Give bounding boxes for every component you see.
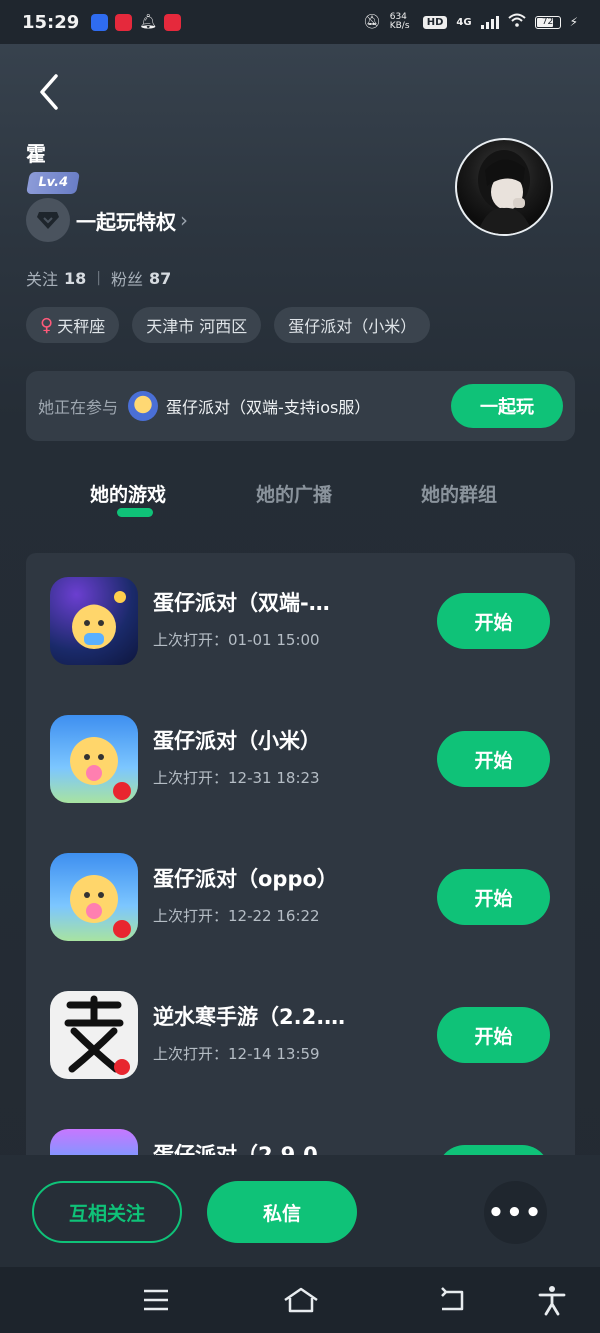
game-title: 蛋仔派对（oppo） — [153, 867, 338, 891]
mute-icon: 🔕︎ — [362, 14, 381, 30]
chevron-right-icon: › — [180, 208, 188, 232]
accessibility-icon[interactable] — [536, 1284, 568, 1316]
stats-divider: | — [96, 270, 101, 286]
tab-label: 她的群组 — [421, 484, 498, 506]
level-badge: Lv.4 — [26, 172, 80, 194]
tab-broadcasts[interactable]: 她的广播 — [256, 480, 332, 507]
charging-icon: ⚡︎ — [569, 15, 578, 29]
privilege-link[interactable]: 一起玩特权 › — [26, 198, 188, 242]
back-button[interactable] — [30, 70, 70, 114]
game-last-opened: 上次打开：12-14 13:59 — [153, 1045, 320, 1063]
tab-games[interactable]: 她的游戏 — [90, 480, 166, 507]
back-nav-icon[interactable] — [436, 1284, 468, 1316]
tab-groups[interactable]: 她的群组 — [421, 480, 497, 507]
avatar[interactable] — [455, 138, 553, 236]
profile-screen: 15:29 🔔︎ 🔕︎ 634 KB/s HD 4G 72 ⚡︎ 霍 Lv.4 … — [0, 0, 600, 1333]
bell-icon: 🔔︎ — [139, 14, 158, 30]
tag-location: 天津市 河西区 — [132, 307, 262, 343]
female-icon: ♀ — [40, 314, 54, 336]
tag-label: 天秤座 — [57, 317, 106, 336]
app-notification-icon — [91, 13, 109, 31]
battery-level: 72 — [541, 16, 554, 27]
profile-tags: ♀ 天秤座 天津市 河西区 蛋仔派对（小米） — [26, 307, 431, 343]
private-message-button[interactable]: 私信 — [207, 1181, 357, 1243]
chevron-left-icon — [40, 74, 58, 110]
list-item[interactable]: 蛋仔派对（小米） 上次打开：12-31 18:23 开始 — [26, 715, 575, 805]
tab-label: 她的游戏 — [90, 484, 167, 506]
play-together-button[interactable]: 一起玩 — [451, 384, 563, 428]
home-icon[interactable] — [282, 1284, 320, 1316]
game-title: 逆水寒手游（2.2.… — [153, 1005, 346, 1029]
game-thumbnail-icon — [128, 391, 159, 421]
currently-playing-card[interactable]: 她正在参与 蛋仔派对（双端-支持ios服） 一起玩 — [26, 371, 575, 441]
game-last-opened: 上次打开：12-31 18:23 — [153, 769, 320, 787]
tag-label: 蛋仔派对（小米） — [288, 317, 417, 336]
start-button[interactable]: 开始 — [437, 869, 550, 925]
diamond-icon — [26, 198, 70, 242]
start-button[interactable]: 开始 — [437, 593, 550, 649]
tag-label: 天津市 河西区 — [146, 317, 248, 336]
playing-game-name: 蛋仔派对（双端-支持ios服） — [166, 398, 371, 417]
game-last-opened: 上次打开：12-22 16:22 — [153, 907, 320, 925]
start-button[interactable]: 开始 — [437, 1007, 550, 1063]
tab-label: 她的广播 — [256, 484, 333, 506]
battery-icon: 72 — [534, 15, 561, 29]
tag-game[interactable]: 蛋仔派对（小米） — [274, 307, 431, 343]
privilege-label: 一起玩特权 — [76, 209, 176, 234]
follow-stats: 关注 18 | 粉丝 87 — [26, 266, 171, 290]
more-dots-icon: ••• — [487, 1197, 544, 1228]
eggy-party-icon — [50, 715, 138, 803]
list-item[interactable]: 蛋仔派对（oppo） 上次打开：12-22 16:22 开始 — [26, 853, 575, 943]
follow-label: 关注 — [26, 270, 59, 289]
justice-mobile-icon — [50, 991, 138, 1079]
start-button[interactable]: 开始 — [437, 731, 550, 787]
username: 霍 — [26, 142, 46, 166]
app-notification-icon — [164, 13, 182, 31]
signal-icon — [480, 15, 499, 29]
fans-count[interactable]: 87 — [149, 269, 171, 288]
tag-zodiac: ♀ 天秤座 — [26, 307, 120, 343]
status-indicators: 🔕︎ 634 KB/s HD 4G 72 ⚡︎ — [363, 13, 578, 31]
status-bar: 15:29 🔔︎ 🔕︎ 634 KB/s HD 4G 72 ⚡︎ — [0, 0, 600, 44]
list-item[interactable]: 逆水寒手游（2.2.… 上次打开：12-14 13:59 开始 — [26, 991, 575, 1081]
eggy-party-icon — [50, 577, 138, 665]
follow-count[interactable]: 18 — [64, 269, 86, 288]
hd-badge: HD — [422, 15, 448, 29]
status-time: 15:29 — [22, 11, 80, 33]
profile-tabs: 她的游戏 她的广播 她的群组 — [0, 480, 600, 524]
system-nav-bar — [0, 1267, 600, 1333]
game-title: 蛋仔派对（小米） — [153, 729, 321, 753]
bottom-action-bar: 互相关注 私信 ••• — [0, 1155, 600, 1267]
mutual-follow-button[interactable]: 互相关注 — [32, 1181, 182, 1243]
fans-label: 粉丝 — [111, 270, 144, 289]
menu-icon[interactable] — [140, 1284, 172, 1316]
network-label: 4G — [456, 16, 472, 28]
games-list: 蛋仔派对（双端-… 上次打开：01-01 15:00 开始 蛋仔派对（小米） 上… — [26, 553, 575, 1217]
game-title: 蛋仔派对（双端-… — [153, 591, 330, 615]
playing-prefix: 她正在参与 — [38, 398, 119, 417]
game-last-opened: 上次打开：01-01 15:00 — [153, 631, 320, 649]
list-item[interactable]: 蛋仔派对（双端-… 上次打开：01-01 15:00 开始 — [26, 577, 575, 667]
app-notification-icon — [115, 13, 133, 31]
more-options-button[interactable]: ••• — [484, 1181, 547, 1244]
wifi-icon — [507, 13, 526, 31]
eggy-party-icon — [50, 853, 138, 941]
net-speed: 634 KB/s — [389, 12, 410, 31]
